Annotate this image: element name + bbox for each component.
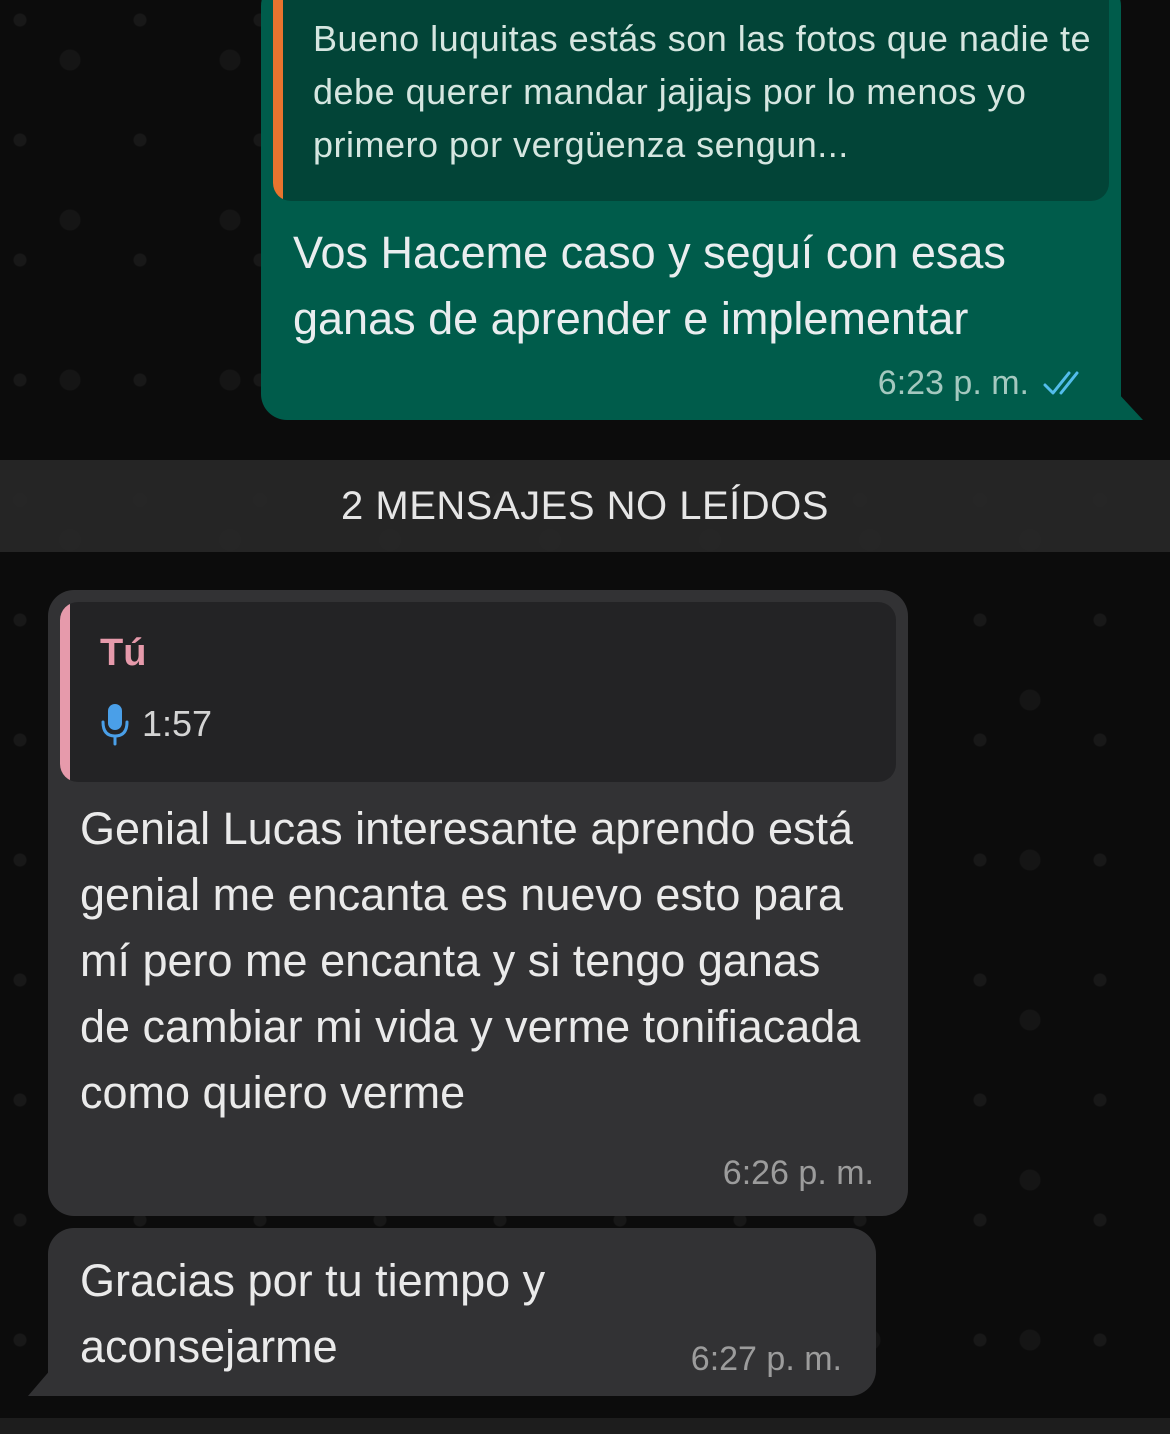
quoted-author: Tú [100,632,147,674]
message-time: 6:23 p. m. [877,364,1029,402]
bottom-divider [0,1418,1170,1434]
message-text: Vos Haceme caso y seguí con esas ganas d… [293,227,1006,344]
microphone-icon [101,704,129,746]
outgoing-message-bubble[interactable]: Bueno luquitas estás son las fotos que n… [261,0,1143,420]
bubble-tail [28,1368,52,1396]
unread-banner-label: 2 MENSAJES NO LEÍDOS [341,483,829,528]
incoming-message-bubble[interactable]: Tú 1:57 Genial Lucas interesante aprendo… [48,590,908,1216]
quoted-message[interactable]: Bueno luquitas estás son las fotos que n… [273,0,1109,201]
quote-accent-bar [60,602,70,782]
quoted-message-text: Bueno luquitas estás son las fotos que n… [313,18,1092,165]
message-meta: 6:23 p. m. [878,364,1091,403]
bubble-tail [1117,392,1143,420]
message-time: 6:26 p. m. [722,1154,874,1192]
quoted-audio: 1:57 [100,702,212,746]
message-text: Genial Lucas interesante aprendo está ge… [80,803,861,1118]
incoming-message-bubble[interactable]: Gracias por tu tiempo y aconsejarme 6:27… [28,1228,876,1396]
unread-messages-banner: 2 MENSAJES NO LEÍDOS [0,460,1170,552]
quote-accent-bar [273,0,283,201]
quoted-audio-message[interactable]: Tú 1:57 [60,602,896,782]
message-text: Gracias por tu tiempo y aconsejarme [80,1255,546,1372]
double-check-icon [1043,371,1079,394]
audio-duration: 1:57 [142,703,213,744]
message-time: 6:27 p. m. [690,1340,842,1378]
